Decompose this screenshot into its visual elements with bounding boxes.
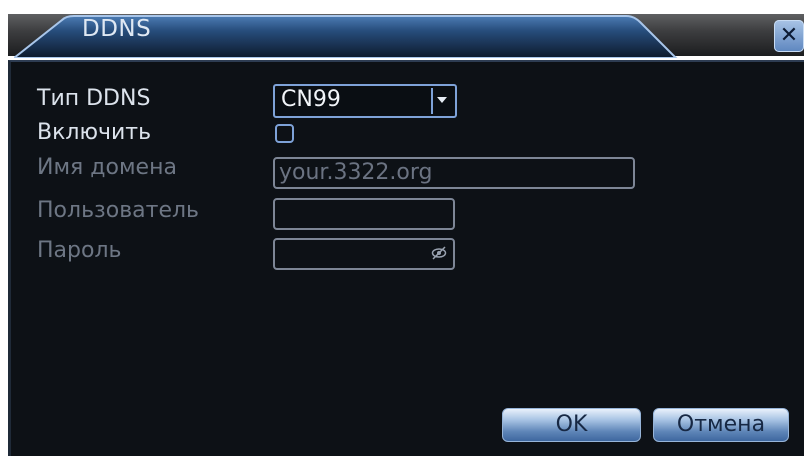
domain-name-field[interactable]: your.3322.org — [273, 157, 635, 189]
title-bar: DDNS ✕ — [0, 0, 804, 64]
password-field[interactable] — [273, 238, 455, 270]
ddns-type-value: CN99 — [281, 87, 341, 112]
close-icon: ✕ — [779, 23, 799, 48]
ddns-dialog: DDNS ✕ Тип DDNS CN99 Включить Имя домена… — [0, 0, 804, 456]
enable-label: Включить — [37, 120, 152, 145]
user-label: Пользователь — [37, 198, 200, 223]
domain-name-label: Имя домена — [37, 155, 177, 180]
ok-button[interactable]: OK — [502, 408, 641, 442]
password-label: Пароль — [37, 238, 122, 263]
settings-panel: Тип DDNS CN99 Включить Имя домена your.3… — [8, 60, 804, 456]
enable-checkbox[interactable] — [275, 124, 294, 143]
ddns-type-select[interactable]: CN99 — [273, 84, 457, 118]
user-field[interactable] — [273, 198, 455, 230]
dialog-title: DDNS — [82, 16, 152, 42]
select-divider — [431, 88, 433, 114]
close-button[interactable]: ✕ — [774, 20, 804, 52]
eye-icon[interactable] — [431, 246, 447, 260]
ddns-type-label: Тип DDNS — [37, 86, 151, 111]
cancel-button[interactable]: Отмена — [653, 408, 789, 442]
chevron-down-icon[interactable] — [437, 97, 447, 103]
